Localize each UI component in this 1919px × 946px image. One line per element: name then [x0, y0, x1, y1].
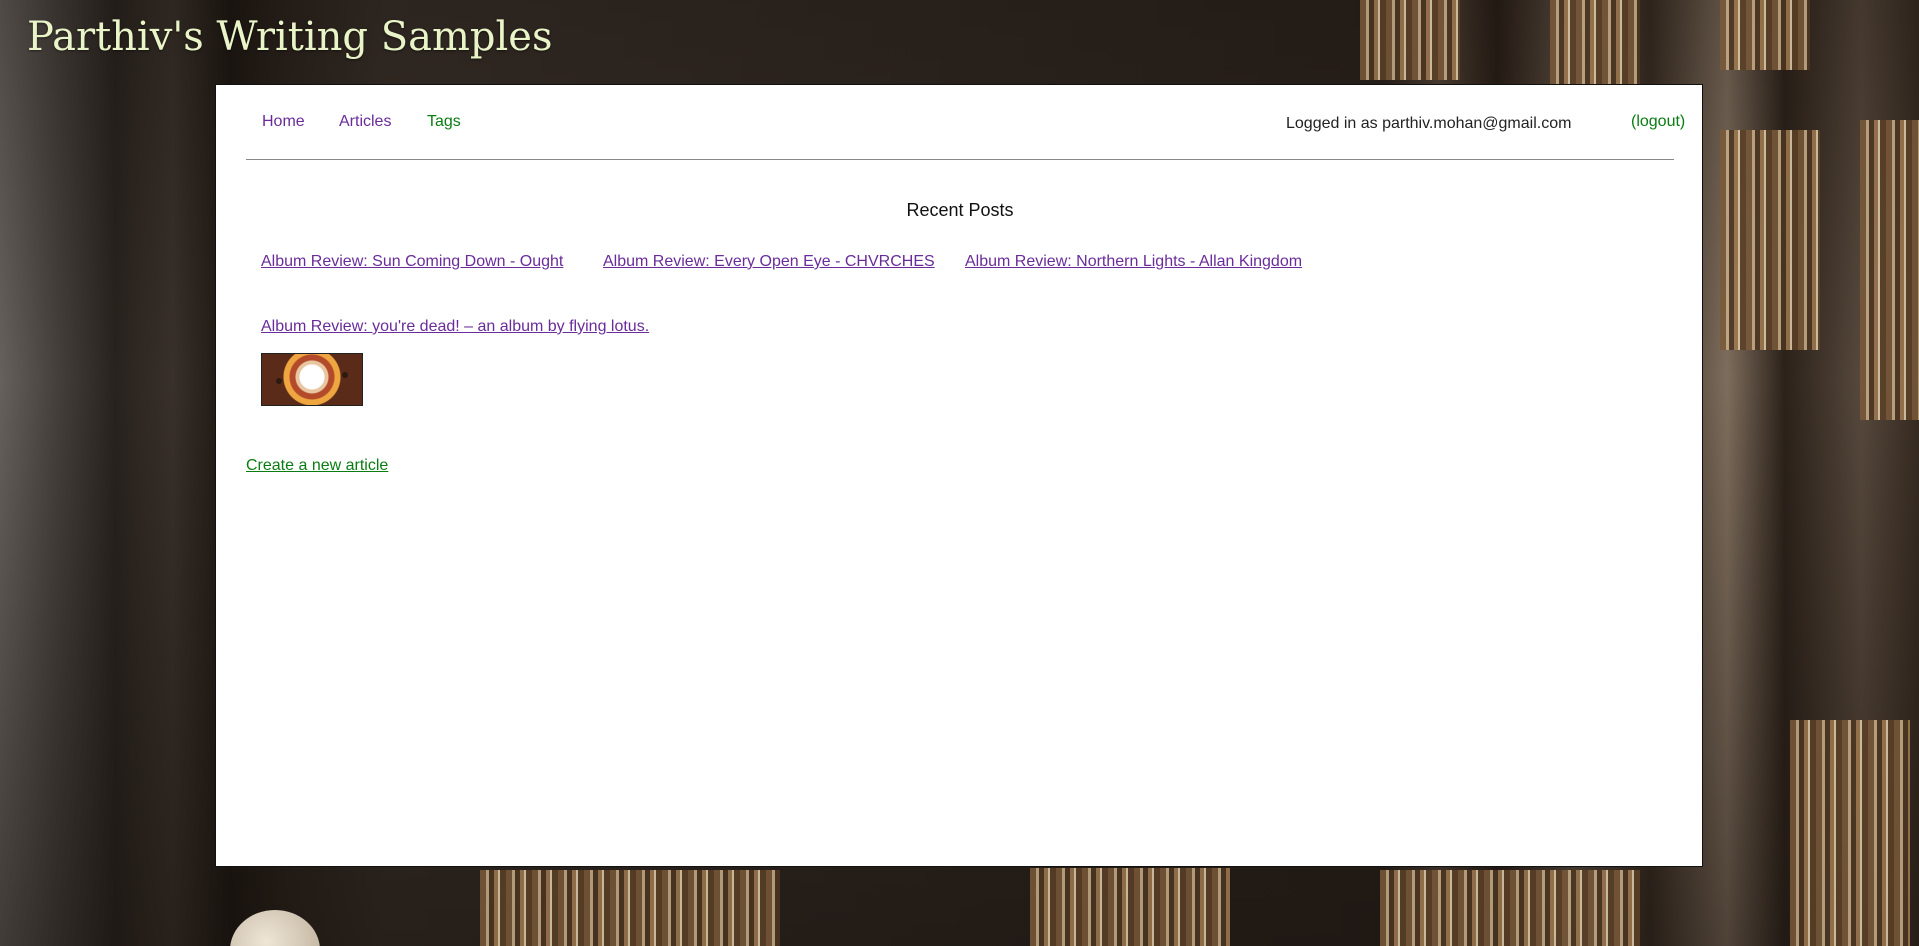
- site-title: Parthiv's Writing Samples: [27, 14, 553, 60]
- art-detail: [276, 378, 282, 384]
- login-status: Logged in as parthiv.mohan@gmail.com: [1286, 115, 1572, 132]
- bookshelf: [1360, 0, 1460, 80]
- nav-divider: [246, 159, 1674, 160]
- post-link[interactable]: Album Review: you're dead! – an album by…: [261, 318, 649, 336]
- content-panel: Home Articles Tags Logged in as parthiv.…: [215, 84, 1703, 867]
- bookshelf: [1380, 870, 1640, 946]
- recent-posts-heading: Recent Posts: [906, 200, 1014, 220]
- bookshelf: [1790, 720, 1910, 946]
- bookshelf: [480, 870, 780, 946]
- nav-articles-link[interactable]: Articles: [339, 113, 391, 131]
- nav-tags-link[interactable]: Tags: [427, 113, 461, 131]
- bookshelf: [1720, 130, 1820, 350]
- post-link[interactable]: Album Review: Every Open Eye - CHVRCHES: [603, 253, 935, 271]
- bookshelf: [1030, 868, 1230, 946]
- marble-bust: [230, 910, 320, 946]
- bookshelf: [1720, 0, 1810, 70]
- top-nav: Home Articles Tags Logged in as parthiv.…: [246, 113, 1685, 143]
- album-art-image[interactable]: [261, 353, 363, 406]
- bookshelf: [1550, 0, 1640, 90]
- art-detail: [342, 372, 348, 378]
- post-link[interactable]: Album Review: Northern Lights - Allan Ki…: [965, 253, 1302, 271]
- post-link[interactable]: Album Review: Sun Coming Down - Ought: [261, 253, 563, 271]
- nav-home-link[interactable]: Home: [262, 113, 305, 131]
- bookshelf: [1860, 120, 1919, 420]
- create-article-link[interactable]: Create a new article: [246, 457, 388, 475]
- logout-link[interactable]: (logout): [1631, 113, 1685, 131]
